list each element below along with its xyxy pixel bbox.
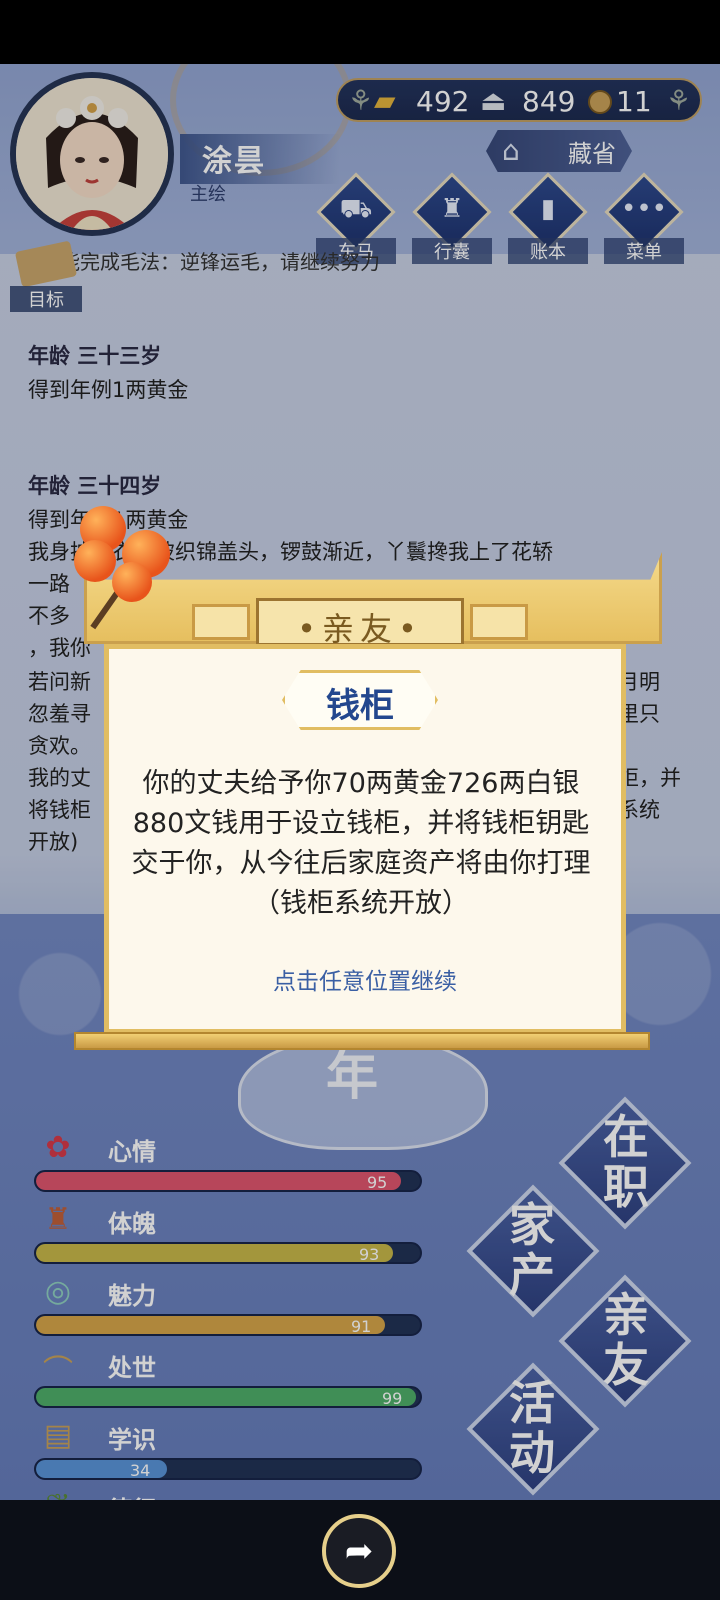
status-bar — [0, 0, 720, 64]
dialog-bottom-frame — [74, 1032, 650, 1050]
continue-hint[interactable]: 点击任意位置继续 — [104, 962, 626, 996]
persimmon-icon — [112, 562, 152, 602]
share-icon: ➦ — [344, 1531, 374, 1571]
persimmon-icon — [74, 540, 116, 582]
dialog-tab-decoration — [192, 604, 250, 640]
dialog-message: 你的丈夫给予你70两黄金726两白银880文钱用于设立钱柜，并将钱柜钥匙交于你，… — [131, 768, 591, 919]
dialog-heading: 钱柜 — [326, 686, 394, 726]
share-button[interactable]: ➦ — [322, 1514, 396, 1588]
dialog-tab-decoration — [470, 604, 528, 640]
